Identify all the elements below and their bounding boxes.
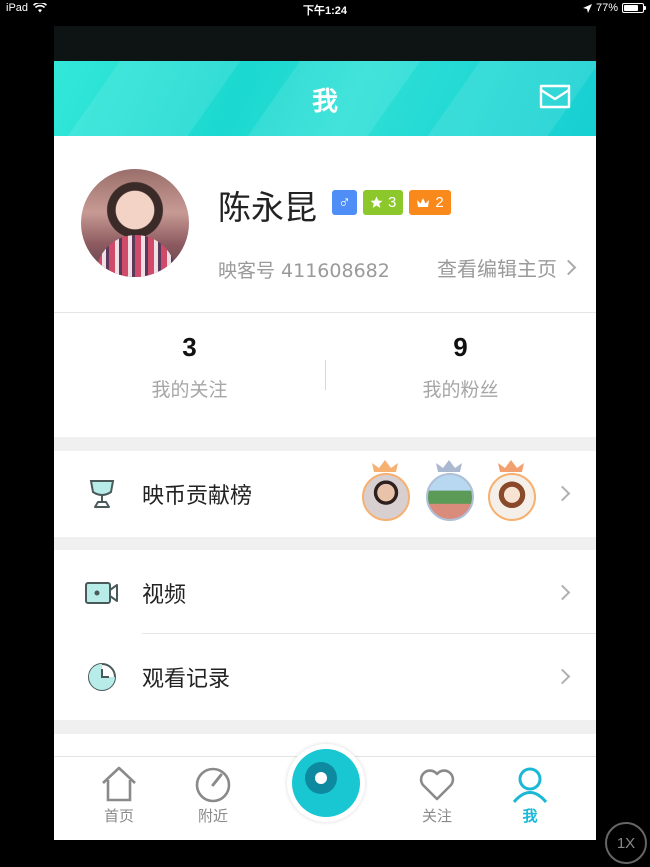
crown-icon — [372, 460, 398, 472]
battery-percent: 77% — [595, 2, 618, 14]
video-label: 视频 — [142, 583, 187, 608]
chevron-right-icon — [554, 668, 571, 685]
chevron-right-icon — [554, 584, 571, 601]
status-bar: iPad 下午1:24 77% — [0, 0, 650, 18]
section-gap — [54, 537, 596, 551]
tab-nearby[interactable]: 附近 — [178, 765, 248, 826]
crown-level-badge: 2 — [409, 190, 451, 215]
user-name: 陈永昆 — [218, 188, 317, 227]
contribution-label: 映币贡献榜 — [142, 484, 253, 509]
status-time: 下午1:24 — [302, 5, 348, 17]
fans-label: 我的粉丝 — [422, 379, 499, 401]
user-badges: ♂ 3 2 — [332, 190, 451, 215]
following-label: 我的关注 — [151, 379, 228, 401]
page-title: 我 — [311, 87, 338, 117]
avatar[interactable] — [81, 169, 189, 277]
location-arrow-icon — [582, 3, 592, 13]
history-label: 观看记录 — [142, 667, 231, 692]
star-icon — [370, 196, 383, 208]
star-level-value: 3 — [388, 194, 397, 211]
section-gap — [54, 437, 596, 451]
navbar: 我 — [54, 61, 596, 136]
tab-follow-label: 关注 — [421, 807, 452, 825]
profile-section[interactable]: 陈永昆 ♂ 3 2 映客号 411608682 查看编辑主页 — [54, 136, 596, 312]
chevron-right-icon — [554, 485, 571, 502]
star-level-badge: 3 — [363, 190, 404, 215]
menu-history[interactable]: 观看记录 — [54, 634, 596, 720]
app-window: 我 陈永昆 ♂ 3 2 映客号 411608682 查看编辑主页 3 我的关注 … — [54, 26, 596, 840]
home-icon — [102, 766, 136, 802]
mail-icon[interactable] — [538, 81, 572, 111]
edit-profile-link[interactable]: 查看编辑主页 — [437, 253, 577, 282]
stat-fans[interactable]: 9 我的粉丝 — [325, 314, 596, 402]
tab-follow[interactable]: 关注 — [402, 765, 472, 826]
gender-badge: ♂ — [332, 190, 357, 215]
tab-home[interactable]: 首页 — [84, 765, 154, 826]
avatar-shirt — [96, 235, 176, 277]
fans-count: 9 — [453, 332, 468, 362]
following-count: 3 — [182, 332, 197, 362]
tab-nearby-label: 附近 — [197, 807, 228, 825]
crown-icon — [498, 460, 524, 472]
clock-icon — [88, 663, 116, 691]
menu-contribution[interactable]: 映币贡献榜 — [54, 451, 596, 537]
live-broadcast-button[interactable] — [287, 744, 365, 822]
crown-icon — [417, 197, 430, 207]
user-icon — [512, 767, 548, 803]
lens-dot — [315, 772, 327, 784]
zoom-badge[interactable]: 1X — [605, 822, 647, 864]
battery-fill — [624, 5, 638, 11]
divider — [54, 312, 596, 313]
tab-me-label: 我 — [522, 807, 538, 825]
trophy-icon — [89, 480, 115, 508]
crown-level-value: 2 — [435, 194, 444, 211]
compass-icon — [195, 767, 231, 803]
contributor-avatar[interactable] — [426, 473, 474, 521]
tab-home-label: 首页 — [103, 807, 134, 825]
video-camera-icon — [85, 582, 118, 604]
tab-me[interactable]: 我 — [495, 765, 565, 826]
section-gap — [54, 720, 596, 734]
stat-following[interactable]: 3 我的关注 — [54, 314, 325, 402]
app-top-bar — [54, 26, 596, 61]
edit-profile-label: 查看编辑主页 — [437, 257, 557, 281]
contributor-avatar[interactable] — [362, 473, 410, 521]
chevron-right-icon — [560, 259, 577, 276]
menu-video[interactable]: 视频 — [54, 550, 596, 636]
user-id: 映客号 411608682 — [218, 260, 390, 282]
heart-icon — [419, 769, 455, 801]
battery-icon — [622, 3, 646, 13]
crown-icon — [436, 460, 462, 472]
contributor-avatar[interactable] — [488, 473, 536, 521]
